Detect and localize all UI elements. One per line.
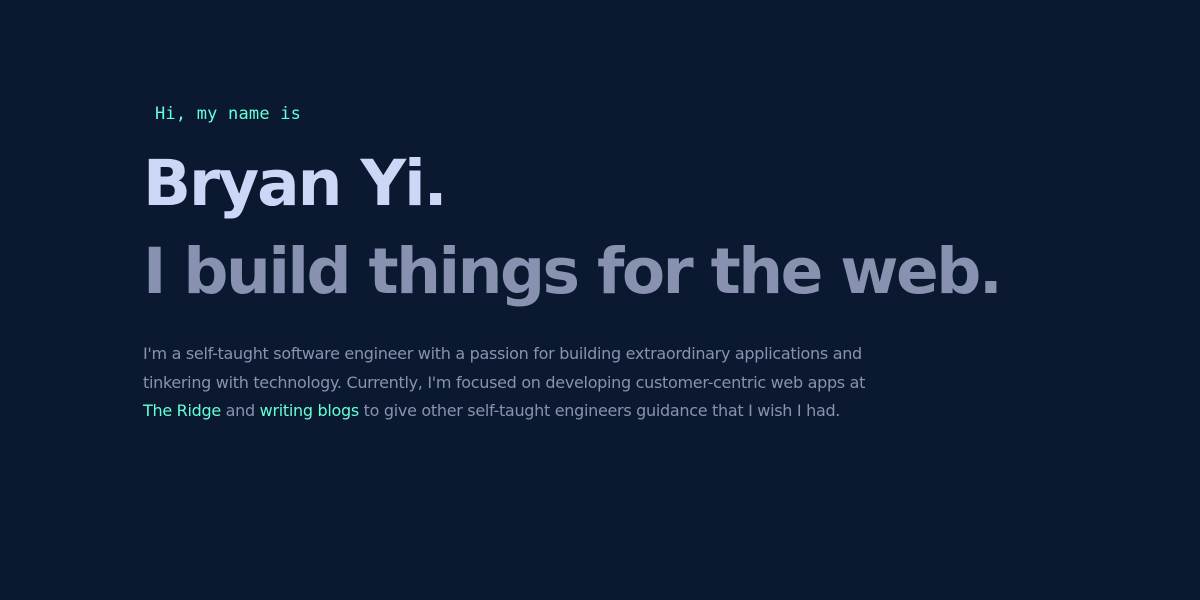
hero-name: Bryan Yi.: [143, 147, 448, 220]
hero-bio: I'm a self-taught software engineer with…: [143, 340, 883, 426]
the-ridge-link[interactable]: The Ridge: [143, 401, 221, 420]
bio-text-2: and: [220, 401, 260, 420]
hero-section: Hi, my name is Bryan Yi. I build things …: [143, 100, 1123, 426]
writing-blogs-link[interactable]: writing blogs: [260, 401, 360, 420]
intro-text: Hi, my name is: [155, 104, 302, 124]
hero-tagline: I build things for the web.: [143, 235, 1003, 308]
bio-text-3: to give other self-taught engineers guid…: [358, 401, 841, 420]
bio-text-1: I'm a self-taught software engineer with…: [143, 344, 866, 392]
